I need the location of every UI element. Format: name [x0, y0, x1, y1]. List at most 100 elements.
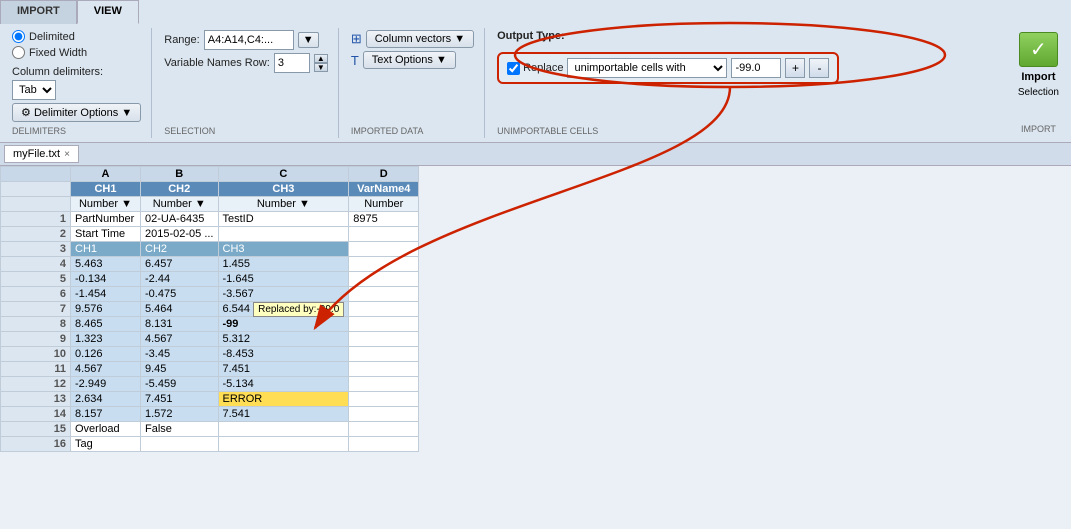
selection-sublabel: Selection	[1018, 87, 1059, 98]
import-btn[interactable]: ✓	[1019, 32, 1058, 67]
replace-checkbox[interactable]	[507, 62, 520, 75]
cell-a: 0.126	[71, 347, 141, 362]
col-a-type: Number ▼	[71, 197, 141, 212]
cell-a: CH1	[71, 242, 141, 257]
cell-d	[349, 362, 419, 377]
col-delimiters-label: Column delimiters:	[12, 66, 103, 78]
tab-dropdown-row: Tab	[12, 80, 141, 100]
table-row: 5-0.134-2.44-1.645	[1, 272, 419, 287]
varnames-down-btn[interactable]: ▼	[314, 63, 328, 72]
file-tab[interactable]: myFile.txt ×	[4, 145, 79, 163]
type-row-num	[1, 197, 71, 212]
table-container[interactable]: A B C D CH1 CH2 CH3 VarName4 Numbe	[0, 166, 1071, 529]
cell-b: 2015-02-05 ...	[141, 227, 219, 242]
varnames-input[interactable]	[274, 53, 310, 73]
tab-view[interactable]: VIEW	[77, 0, 139, 24]
varnames-up-btn[interactable]: ▲	[314, 54, 328, 63]
delimiter-options-btn[interactable]: ⚙ Delimiter Options ▼	[12, 103, 141, 122]
cell-d	[349, 437, 419, 452]
row-num-cell: 1	[1, 212, 71, 227]
cell-c	[218, 437, 349, 452]
file-tab-bar: myFile.txt ×	[0, 143, 1071, 166]
cell-a: -0.134	[71, 272, 141, 287]
selection-inner: Range: ▼ Variable Names Row: ▲ ▼	[164, 30, 328, 73]
delimited-radio-row: Delimited	[12, 30, 141, 43]
text-options-label: Text Options	[372, 54, 433, 66]
varnames-row: Variable Names Row: ▲ ▼	[164, 53, 328, 73]
row-num-cell: 10	[1, 347, 71, 362]
cell-a: 4.567	[71, 362, 141, 377]
range-input[interactable]	[204, 30, 294, 50]
delimiters-group: Delimited Fixed Width Column delimiters:…	[8, 28, 152, 138]
cell-b: 9.45	[141, 362, 219, 377]
unimportable-group-label: UNIMPORTABLE CELLS	[497, 126, 598, 136]
delimiter-select[interactable]: Tab	[12, 80, 56, 100]
text-options-row: T Text Options ▼	[351, 51, 474, 69]
replace-value-input[interactable]	[731, 58, 781, 78]
cell-c	[218, 227, 349, 242]
row-num-cell: 7	[1, 302, 71, 317]
table-body: 1PartNumber02-UA-6435TestID89752Start Ti…	[1, 212, 419, 452]
table-row: 16Tag	[1, 437, 419, 452]
cell-a: 1.323	[71, 332, 141, 347]
col-c-type: Number ▼	[218, 197, 349, 212]
cell-c: TestID	[218, 212, 349, 227]
toolbar: IMPORT VIEW Delimited Fixed Width Col	[0, 0, 1071, 143]
fixed-width-radio[interactable]	[12, 46, 25, 59]
fixed-width-label: Fixed Width	[29, 47, 87, 59]
cell-d	[349, 302, 419, 317]
table-row: 1PartNumber02-UA-6435TestID8975	[1, 212, 419, 227]
data-table: A B C D CH1 CH2 CH3 VarName4 Numbe	[0, 166, 419, 452]
range-dropdown-btn[interactable]: ▼	[298, 32, 319, 48]
delimiters-inner: Delimited Fixed Width Column delimiters:…	[12, 30, 141, 122]
cell-d	[349, 407, 419, 422]
delimited-radio[interactable]	[12, 30, 25, 43]
unimportable-cells-select[interactable]: unimportable cells with	[567, 58, 727, 78]
col-d-header: D	[349, 167, 419, 182]
row-num-cell: 16	[1, 437, 71, 452]
varnames-spinner: ▲ ▼	[314, 54, 328, 72]
cell-c: CH3	[218, 242, 349, 257]
varnames-label: Variable Names Row:	[164, 57, 270, 69]
cell-d	[349, 347, 419, 362]
cell-b: -2.44	[141, 272, 219, 287]
row-num-cell: 5	[1, 272, 71, 287]
col-vectors-label: Column vectors	[375, 33, 451, 45]
col-d-type: Number	[349, 197, 419, 212]
ch2-header: CH2	[141, 182, 219, 197]
file-tab-name: myFile.txt	[13, 148, 60, 160]
cell-b: 6.457	[141, 257, 219, 272]
ch1-header: CH1	[71, 182, 141, 197]
cell-a: PartNumber	[71, 212, 141, 227]
matrix-icon: ⊞	[351, 31, 362, 47]
col-b-type: Number ▼	[141, 197, 219, 212]
cell-c: -3.567	[218, 287, 349, 302]
table-row: 114.5679.457.451	[1, 362, 419, 377]
row-num-cell: 4	[1, 257, 71, 272]
cell-d	[349, 242, 419, 257]
delimiter-options-label: Delimiter Options	[34, 107, 118, 119]
column-vectors-btn[interactable]: Column vectors ▼	[366, 30, 474, 48]
ch3-header: CH3	[218, 182, 349, 197]
tab-import[interactable]: IMPORT	[0, 0, 77, 24]
text-options-chevron: ▼	[436, 54, 447, 66]
col-b-header: B	[141, 167, 219, 182]
imported-data-group: ⊞ Column vectors ▼ T Text Options ▼	[347, 28, 485, 138]
table-row: 6-1.454-0.475-3.567	[1, 287, 419, 302]
selection-group-label: SELECTION	[164, 126, 215, 136]
range-label: Range:	[164, 34, 199, 46]
cell-d	[349, 377, 419, 392]
cell-a: 2.634	[71, 392, 141, 407]
cell-b: -0.475	[141, 287, 219, 302]
cell-c: 7.541	[218, 407, 349, 422]
plus-btn[interactable]: +	[785, 58, 805, 78]
row-num-cell: 12	[1, 377, 71, 392]
cell-b: 4.567	[141, 332, 219, 347]
fixed-width-radio-row: Fixed Width	[12, 46, 141, 59]
text-options-btn[interactable]: Text Options ▼	[363, 51, 456, 69]
file-tab-close[interactable]: ×	[64, 149, 70, 160]
cell-c: 5.312	[218, 332, 349, 347]
minus-btn[interactable]: -	[809, 58, 829, 78]
output-unimp-group: Output Type: Replace unimportable cells …	[493, 28, 1006, 138]
cell-d	[349, 257, 419, 272]
